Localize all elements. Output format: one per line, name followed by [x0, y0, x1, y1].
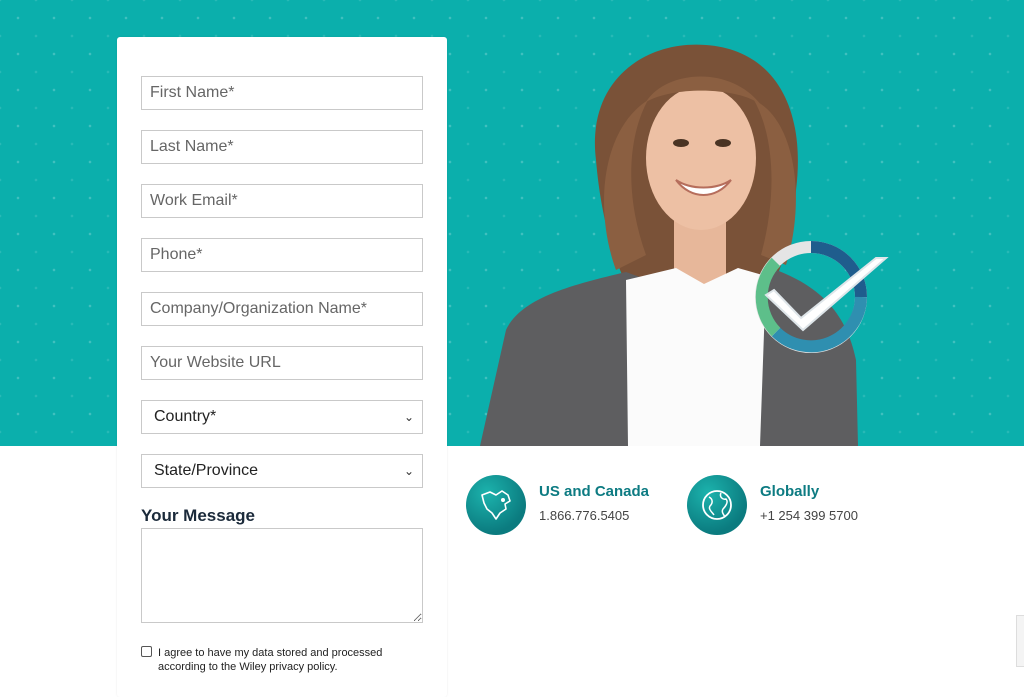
state-select-value: State/Province: [154, 462, 259, 479]
consent-label: I agree to have my data stored and proce…: [158, 647, 383, 673]
chevron-down-icon: ⌄: [403, 410, 414, 424]
recaptcha-badge[interactable]: [1016, 615, 1024, 667]
last-name-input[interactable]: [141, 130, 423, 164]
globe-icon: [687, 475, 747, 535]
phone-input[interactable]: [141, 238, 423, 272]
contact-global: Globally +1 254 399 5700: [687, 475, 858, 535]
contact-us-canada: US and Canada 1.866.776.5405: [466, 475, 649, 535]
website-input[interactable]: [141, 346, 423, 380]
north-america-map-icon: [466, 475, 526, 535]
state-select[interactable]: State/Province ⌄: [141, 454, 423, 488]
contact-phone[interactable]: 1.866.776.5405: [539, 508, 649, 523]
country-select-value: Country*: [154, 408, 217, 425]
first-name-input[interactable]: [141, 76, 423, 110]
company-input[interactable]: [141, 292, 423, 326]
contact-title: US and Canada: [539, 483, 650, 500]
contact-title: Globally: [760, 483, 820, 500]
chevron-down-icon: ⌄: [403, 464, 414, 478]
message-textarea[interactable]: [141, 528, 423, 623]
country-select[interactable]: Country* ⌄: [141, 400, 423, 434]
hero-photo: [476, 40, 896, 446]
consent-checkbox[interactable]: [141, 646, 152, 657]
contact-phone[interactable]: +1 254 399 5700: [760, 508, 858, 523]
work-email-input[interactable]: [141, 184, 423, 218]
contact-form-card: Country* ⌄ State/Province ⌄ Your Message…: [117, 37, 447, 697]
message-label: Your Message: [141, 506, 256, 525]
